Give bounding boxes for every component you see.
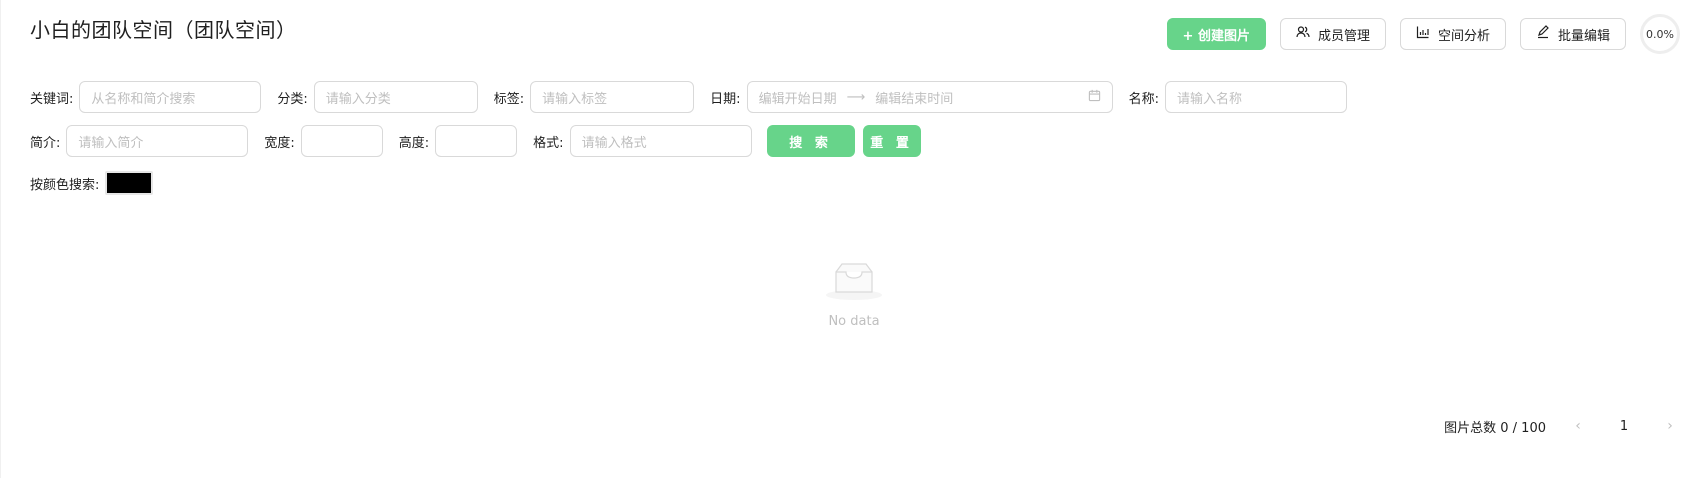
intro-input[interactable]: 请输入简介: [66, 125, 249, 157]
batch-edit-label: 批量编辑: [1557, 28, 1610, 44]
date-field: 日期: 编辑开始日期 ⟶ 编辑结束时间: [710, 81, 1113, 113]
page-number[interactable]: 1: [1610, 412, 1638, 440]
category-input[interactable]: 请输入分类: [313, 81, 478, 113]
format-input[interactable]: 请输入格式: [569, 125, 752, 157]
space-analysis-button[interactable]: 空间分析: [1399, 18, 1506, 50]
pagination: 图片总数 0 / 100 ‹ 1 ›: [1444, 412, 1680, 440]
name-field: 名称: 请输入名称: [1129, 81, 1347, 113]
batch-edit-button[interactable]: 批量编辑: [1519, 18, 1626, 50]
keyword-field: 关键词: 从名称和简介搜索: [30, 81, 262, 113]
search-row-1: 关键词: 从名称和简介搜索 分类: 请输入分类 标签: 请输入标签 日期: 编辑…: [30, 81, 1347, 113]
create-picture-button[interactable]: + 创建图片: [1166, 18, 1266, 50]
keyword-label: 关键词:: [30, 91, 74, 107]
space-usage-progress: 0.0%: [1640, 14, 1680, 54]
empty-text: No data: [828, 314, 880, 329]
tag-field: 标签: 请输入标签: [493, 81, 695, 113]
date-range-picker[interactable]: 编辑开始日期 ⟶ 编辑结束时间: [746, 81, 1113, 113]
height-label: 高度:: [398, 135, 430, 151]
edit-icon: [1536, 25, 1550, 43]
format-label: 格式:: [533, 135, 564, 151]
date-end-input[interactable]: 编辑结束时间: [875, 88, 953, 107]
team-icon: [1296, 25, 1310, 43]
search-row-2: 简介: 请输入简介 宽度: 高度: 格式: 请输入格式 搜 索 重 置: [30, 125, 921, 157]
calendar-icon: [1088, 89, 1101, 106]
tag-label: 标签:: [493, 91, 525, 107]
keyword-input[interactable]: 从名称和简介搜索: [79, 81, 262, 113]
chevron-left-icon[interactable]: ‹: [1568, 418, 1588, 434]
width-label: 宽度:: [264, 135, 295, 151]
intro-field: 简介: 请输入简介: [30, 125, 249, 157]
total-count: 图片总数 0 / 100: [1444, 420, 1546, 436]
tag-input[interactable]: 请输入标签: [530, 81, 695, 113]
header-actions: + 创建图片 成员管理 空间分析 批量编辑 0.0%: [1166, 14, 1680, 54]
page-frame: [0, 0, 1708, 478]
width-field: 宽度:: [264, 125, 383, 157]
empty-inbox-icon: [822, 260, 886, 306]
width-input[interactable]: [300, 125, 383, 157]
space-analysis-label: 空间分析: [1437, 28, 1490, 44]
category-field: 分类: 请输入分类: [277, 81, 478, 113]
empty-state: No data: [0, 260, 1708, 329]
member-management-button[interactable]: 成员管理: [1279, 18, 1386, 50]
intro-label: 简介:: [30, 135, 61, 151]
date-label: 日期:: [710, 91, 741, 107]
color-search-row: 按颜色搜索:: [30, 171, 154, 195]
name-input[interactable]: 请输入名称: [1164, 81, 1347, 113]
bar-chart-icon: [1416, 25, 1430, 43]
name-label: 名称:: [1128, 91, 1159, 107]
date-start-input[interactable]: 编辑开始日期: [759, 88, 837, 107]
page-title: 小白的团队空间（团队空间）: [30, 18, 297, 42]
chevron-right-icon[interactable]: ›: [1660, 418, 1680, 434]
reset-button[interactable]: 重 置: [862, 125, 921, 157]
search-button[interactable]: 搜 索: [766, 125, 855, 157]
color-picker-swatch[interactable]: [105, 171, 154, 195]
arrow-right-icon: ⟶: [846, 89, 866, 105]
member-management-label: 成员管理: [1317, 28, 1370, 44]
height-field: 高度:: [398, 125, 518, 157]
height-input[interactable]: [435, 125, 518, 157]
category-label: 分类:: [277, 91, 308, 107]
format-field: 格式: 请输入格式: [533, 125, 752, 157]
color-search-label: 按颜色搜索:: [30, 177, 100, 193]
